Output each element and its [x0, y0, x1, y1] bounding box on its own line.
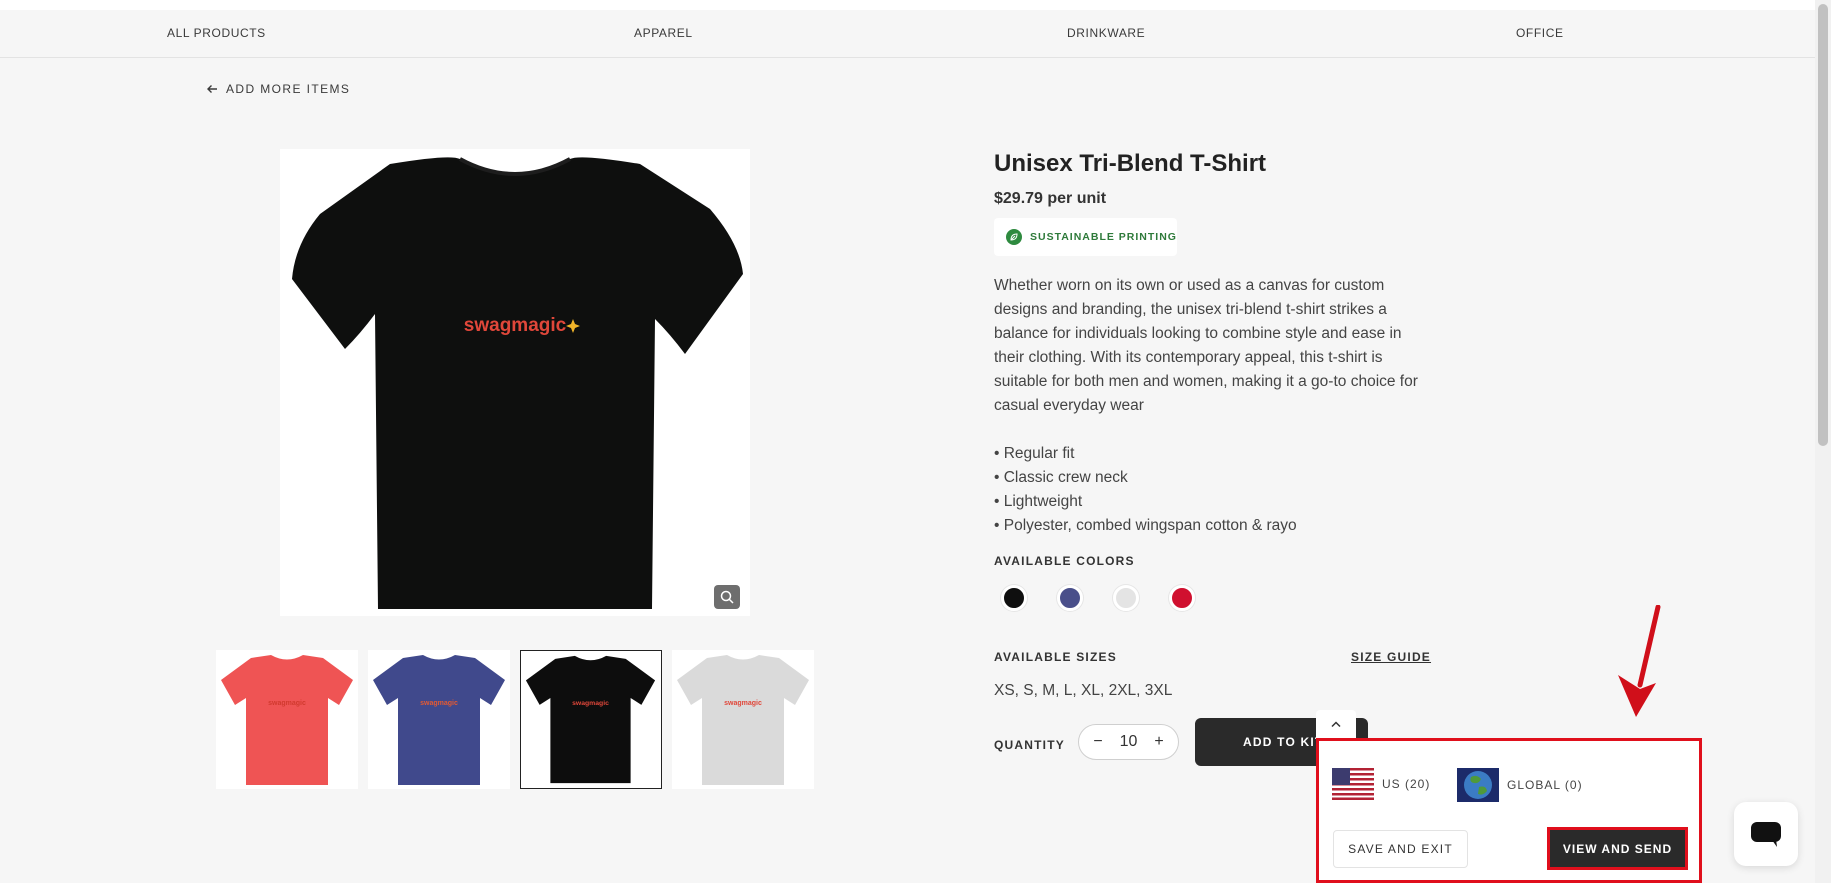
- swagmagic-logo: swagmagic: [464, 315, 567, 336]
- product-price: $29.79 per unit: [994, 190, 1107, 207]
- tshirt-grey-image: swagmagic: [677, 655, 809, 785]
- category-nav: ALL PRODUCTS APPAREL DRINKWARE OFFICE: [0, 10, 1815, 58]
- product-title: Unisex Tri-Blend T-Shirt: [994, 150, 1267, 177]
- nav-apparel[interactable]: APPAREL: [634, 26, 693, 40]
- color-swatch-grey[interactable]: [1113, 585, 1139, 611]
- thumbnail-grey-shirt[interactable]: swagmagic: [672, 650, 814, 789]
- chat-bubble-icon: [1751, 822, 1781, 847]
- feature-list: • Regular fit • Classic crew neck • Ligh…: [994, 442, 1297, 538]
- view-and-send-button[interactable]: VIEW AND SEND: [1547, 827, 1688, 870]
- feature-item: • Polyester, combed wingspan cotton & ra…: [994, 517, 1297, 534]
- zoom-button[interactable]: [714, 585, 740, 609]
- add-more-items-label: ADD MORE ITEMS: [226, 82, 351, 96]
- tshirt-black-image: swagmagic: [292, 157, 743, 610]
- sizes-list: XS, S, M, L, XL, 2XL, 3XL: [994, 682, 1173, 699]
- region-global[interactable]: GLOBAL (0): [1457, 768, 1583, 802]
- badge-label: SUSTAINABLE PRINTING: [1030, 231, 1177, 243]
- product-main-image: swagmagic: [280, 149, 750, 616]
- add-more-items-link[interactable]: ADD MORE ITEMS: [206, 82, 350, 96]
- global-count-label: GLOBAL (0): [1507, 778, 1583, 792]
- color-swatch-black[interactable]: [1001, 585, 1027, 611]
- feature-item: • Classic crew neck: [994, 469, 1128, 486]
- save-and-exit-button[interactable]: SAVE AND EXIT: [1333, 830, 1468, 868]
- thumbnail-red-shirt[interactable]: swagmagic: [216, 650, 358, 789]
- magnifier-icon: [720, 590, 734, 604]
- nav-drinkware[interactable]: DRINKWARE: [1067, 26, 1145, 40]
- arrow-left-icon: [207, 85, 217, 93]
- leaf-icon: [1006, 229, 1022, 245]
- nav-all-products[interactable]: ALL PRODUCTS: [167, 26, 266, 40]
- size-guide-link[interactable]: SIZE GUIDE: [1351, 650, 1431, 664]
- thumbnail-navy-shirt[interactable]: swagmagic: [368, 650, 510, 789]
- top-strip: [0, 0, 1815, 10]
- quantity-value[interactable]: 10: [1120, 733, 1138, 751]
- scrollbar-thumb[interactable]: [1818, 4, 1828, 446]
- tshirt-red-image: swagmagic: [221, 655, 353, 785]
- color-swatch-navy[interactable]: [1057, 585, 1083, 611]
- feature-item: • Regular fit: [994, 445, 1075, 462]
- us-count-label: US (20): [1382, 777, 1431, 791]
- color-swatch-red[interactable]: [1169, 585, 1195, 611]
- us-flag-icon: [1332, 768, 1374, 800]
- svg-text:swagmagic: swagmagic: [420, 700, 458, 707]
- collapse-panel-button[interactable]: [1316, 710, 1356, 738]
- globe-icon: [1457, 768, 1499, 802]
- chevron-up-icon: [1331, 721, 1341, 728]
- thumbnail-black-shirt[interactable]: swagmagic: [520, 650, 662, 789]
- feature-item: • Lightweight: [994, 493, 1083, 510]
- tshirt-navy-image: swagmagic: [373, 655, 505, 785]
- increment-button[interactable]: +: [1152, 733, 1166, 751]
- annotation-arrow-icon: [1618, 605, 1661, 717]
- product-description: Whether worn on its own or used as a can…: [994, 277, 1418, 414]
- available-colors-label: AVAILABLE COLORS: [994, 554, 1135, 568]
- add-to-kit-label: ADD TO KIT: [1243, 735, 1324, 749]
- available-sizes-label: AVAILABLE SIZES: [994, 650, 1117, 664]
- tshirt-black-thumb-image: swagmagic: [525, 655, 656, 784]
- svg-text:swagmagic: swagmagic: [268, 700, 306, 707]
- decrement-button[interactable]: −: [1091, 733, 1105, 751]
- quantity-label: QUANTITY: [994, 738, 1065, 752]
- quantity-stepper: − 10 +: [1078, 724, 1179, 760]
- sustainable-badge: SUSTAINABLE PRINTING: [994, 218, 1177, 256]
- svg-text:swagmagic: swagmagic: [572, 700, 609, 707]
- svg-text:swagmagic: swagmagic: [724, 700, 762, 707]
- nav-office[interactable]: OFFICE: [1516, 26, 1564, 40]
- region-us[interactable]: US (20): [1332, 768, 1430, 800]
- chat-button[interactable]: [1734, 802, 1798, 866]
- kit-summary-panel: US (20) GLOBAL (0) SAVE AND EXIT VIEW AN…: [1316, 738, 1702, 883]
